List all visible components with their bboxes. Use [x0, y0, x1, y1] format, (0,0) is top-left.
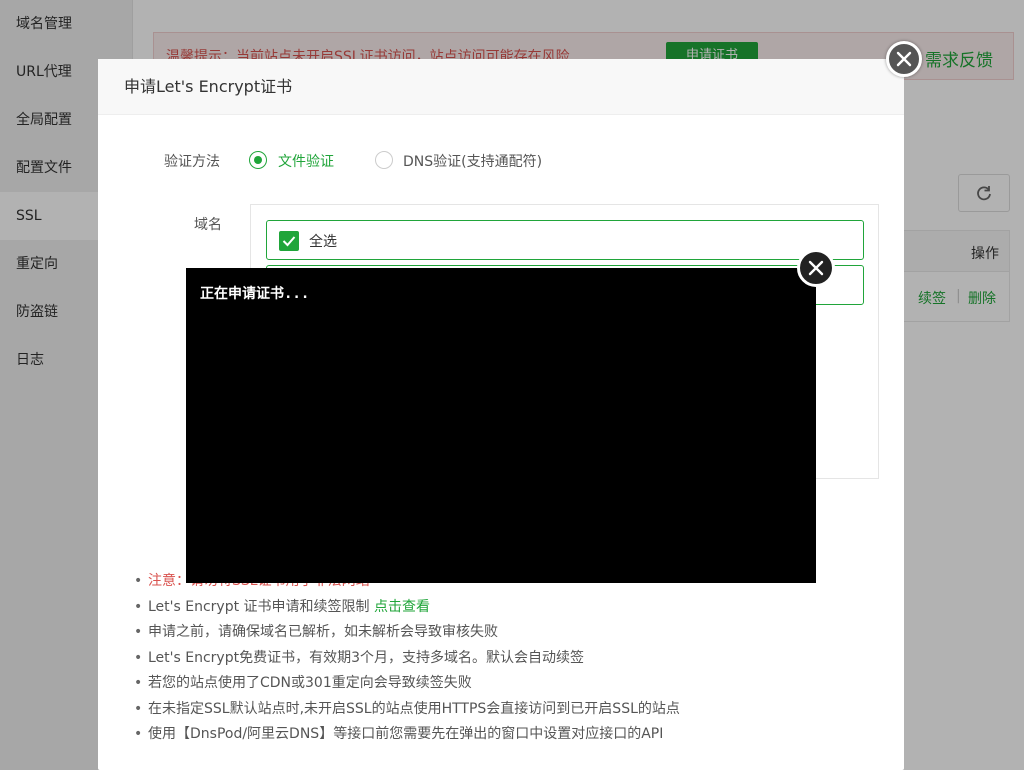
terminal-log-window: 正在申请证书...: [186, 268, 816, 583]
verify-method-label: 验证方法: [164, 154, 220, 170]
note-item: 使用【DnsPod/阿里云DNS】等接口前您需要先在弹出的窗口中设置对应接口的A…: [132, 722, 872, 748]
terminal-status-text: 正在申请证书...: [200, 286, 310, 302]
select-all-row[interactable]: 全选: [266, 220, 864, 260]
note-item: Let's Encrypt 证书申请和续签限制 点击查看: [132, 595, 872, 621]
radio-dns-verify[interactable]: [375, 151, 393, 169]
select-all-checkbox[interactable]: [279, 231, 299, 251]
note-item: 申请之前，请确保域名已解析，如未解析会导致审核失败: [132, 620, 872, 646]
check-icon: [282, 236, 296, 247]
view-limits-link[interactable]: 点击查看: [374, 599, 430, 615]
terminal-close-button[interactable]: [797, 249, 835, 287]
note-text: Let's Encrypt 证书申请和续签限制: [148, 598, 374, 615]
note-item: Let's Encrypt免费证书，有效期3个月，支持多域名。默认会自动续签: [132, 646, 872, 672]
notes-list: 注意：请勿将SSL证书用于非法网站 Let's Encrypt 证书申请和续签限…: [132, 569, 872, 748]
select-all-label: 全选: [309, 234, 337, 250]
domain-label: 域名: [194, 217, 222, 233]
close-icon: [808, 260, 824, 276]
close-icon: [896, 51, 912, 67]
modal-title: 申请Let's Encrypt证书: [98, 59, 904, 115]
radio-file-verify[interactable]: [249, 151, 267, 169]
note-item: 在未指定SSL默认站点时,未开启SSL的站点使用HTTPS会直接访问到已开启SS…: [132, 697, 872, 723]
note-warning-prefix: 注意：: [148, 573, 190, 589]
modal-close-button[interactable]: [886, 41, 922, 77]
radio-file-verify-label[interactable]: 文件验证: [278, 151, 334, 171]
note-item: 若您的站点使用了CDN或301重定向会导致续签失败: [132, 671, 872, 697]
radio-dns-verify-label[interactable]: DNS验证(支持通配符): [403, 151, 542, 171]
